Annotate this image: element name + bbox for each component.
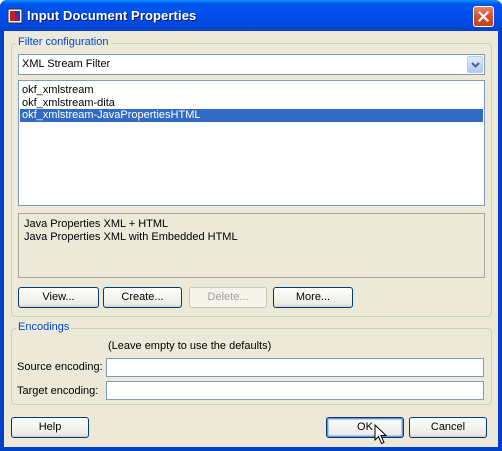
ok-button[interactable]: OK: [326, 417, 404, 438]
frame-right-border: [498, 31, 502, 451]
encodings-hint: (Leave empty to use the defaults): [108, 340, 272, 352]
filter-type-dropdown[interactable]: XML Stream Filter: [18, 54, 485, 75]
create-button[interactable]: Create...: [103, 287, 182, 308]
close-button[interactable]: [473, 6, 494, 27]
target-encoding-input[interactable]: [106, 381, 484, 400]
frame-bottom-border: [0, 447, 502, 451]
list-item-selected[interactable]: okf_xmlstream-JavaPropertiesHTML: [20, 109, 483, 122]
filter-configuration-label: Filter configuration: [16, 36, 111, 48]
source-encoding-input[interactable]: [106, 358, 484, 377]
description-line: Java Properties XML with Embedded HTML: [24, 231, 238, 243]
filter-type-value: XML Stream Filter: [22, 58, 111, 70]
close-icon: [478, 11, 489, 22]
description-line: Java Properties XML + HTML: [24, 218, 169, 230]
help-button[interactable]: Help: [11, 417, 89, 438]
list-item[interactable]: okf_xmlstream: [20, 84, 483, 97]
delete-button[interactable]: Delete...: [189, 287, 267, 308]
dialog-title: Input Document Properties: [27, 8, 197, 23]
filter-description: Java Properties XML + HTML Java Properti…: [18, 213, 485, 278]
encodings-label: Encodings: [16, 321, 72, 333]
app-icon: [7, 8, 23, 24]
source-encoding-label: Source encoding:: [17, 361, 103, 373]
mouse-pointer-icon: [374, 424, 388, 445]
title-bar[interactable]: Input Document Properties: [0, 0, 502, 32]
cancel-button[interactable]: Cancel: [409, 417, 487, 438]
view-button[interactable]: View...: [18, 287, 99, 308]
chevron-down-icon: [471, 62, 480, 68]
dialog-window: Input Document Properties Filter configu…: [0, 0, 502, 451]
filter-config-list[interactable]: okf_xmlstream okf_xmlstream-dita okf_xml…: [18, 80, 485, 206]
dropdown-button[interactable]: [467, 56, 483, 73]
more-button[interactable]: More...: [273, 287, 353, 308]
target-encoding-label: Target encoding:: [17, 385, 99, 397]
